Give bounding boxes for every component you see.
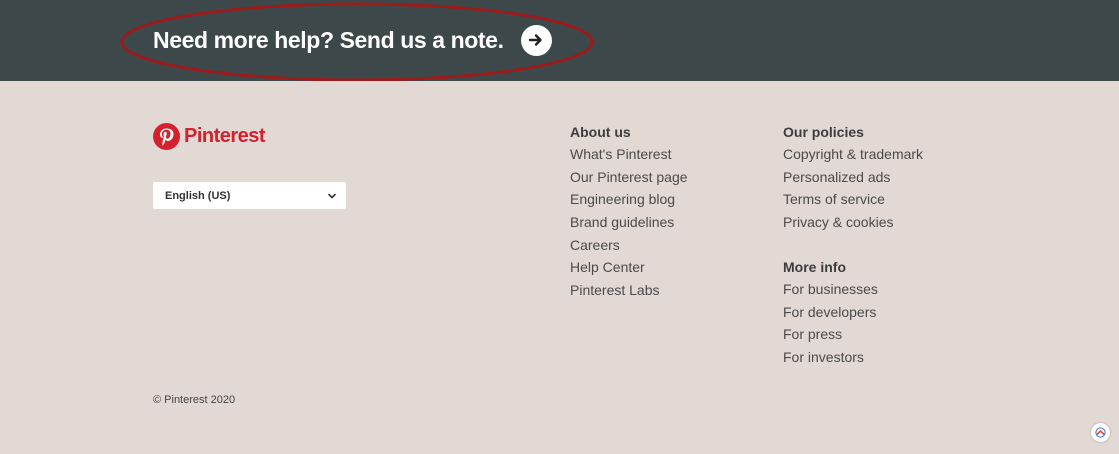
floating-action-button[interactable] (1091, 423, 1110, 442)
page: Need more help? Send us a note. Pinteres… (0, 0, 1119, 454)
language-select[interactable]: English (US) (153, 182, 346, 209)
footer-link-our-pinterest-page[interactable]: Our Pinterest page (570, 166, 688, 189)
help-banner-text: Need more help? Send us a note. (153, 26, 504, 53)
footer-link-copyright-trademark[interactable]: Copyright & trademark (783, 143, 923, 166)
footer-link-engineering-blog[interactable]: Engineering blog (570, 188, 688, 211)
footer-link-privacy-cookies[interactable]: Privacy & cookies (783, 211, 923, 234)
pinterest-logo[interactable]: Pinterest (153, 123, 266, 150)
brand-name: Pinterest (184, 125, 266, 147)
send-note-link[interactable]: Need more help? Send us a note. (153, 20, 552, 60)
our-policies-heading: Our policies (783, 124, 864, 140)
our-policies-column: Our policies Copyright & trademark Perso… (783, 121, 923, 234)
chevron-up-icon (1095, 427, 1106, 438)
footer-link-for-businesses[interactable]: For businesses (783, 278, 878, 301)
footer-link-pinterest-labs[interactable]: Pinterest Labs (570, 279, 688, 302)
footer-link-personalized-ads[interactable]: Personalized ads (783, 166, 923, 189)
arrow-right-icon[interactable] (520, 24, 552, 56)
footer-link-careers[interactable]: Careers (570, 234, 688, 257)
about-us-heading: About us (570, 124, 631, 140)
footer-link-whats-pinterest[interactable]: What's Pinterest (570, 143, 688, 166)
about-us-column: About us What's Pinterest Our Pinterest … (570, 121, 688, 302)
footer-link-for-investors[interactable]: For investors (783, 346, 878, 369)
chevron-down-icon (328, 193, 336, 198)
language-select-value: English (US) (165, 189, 231, 202)
footer-link-terms-of-service[interactable]: Terms of service (783, 188, 923, 211)
footer-link-for-developers[interactable]: For developers (783, 301, 878, 324)
more-info-heading: More info (783, 259, 846, 275)
footer-link-brand-guidelines[interactable]: Brand guidelines (570, 211, 688, 234)
more-info-column: More info For businesses For developers … (783, 256, 878, 369)
pinterest-logo-icon (153, 123, 180, 150)
copyright-text: © Pinterest 2020 (153, 394, 236, 406)
help-banner: Need more help? Send us a note. (0, 0, 1119, 81)
footer-link-help-center[interactable]: Help Center (570, 256, 688, 279)
footer-link-for-press[interactable]: For press (783, 323, 878, 346)
